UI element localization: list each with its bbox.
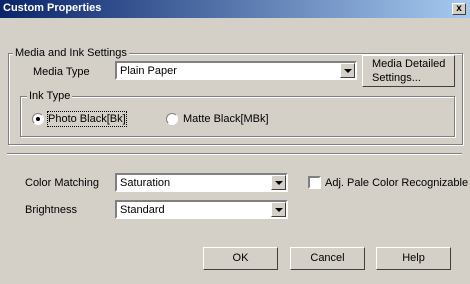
color-matching-label: Color Matching — [25, 177, 99, 189]
chevron-down-icon[interactable] — [340, 63, 355, 78]
brightness-label: Brightness — [25, 204, 77, 216]
media-ink-legend: Media and Ink Settings — [13, 47, 129, 59]
chevron-down-icon[interactable] — [271, 175, 286, 190]
cancel-button[interactable]: Cancel — [290, 247, 365, 270]
adj-pale-checkbox[interactable] — [308, 176, 321, 189]
chevron-down-icon[interactable] — [271, 202, 286, 217]
color-matching-value: Saturation — [120, 177, 171, 189]
ok-button[interactable]: OK — [203, 247, 278, 270]
close-button[interactable]: x — [452, 3, 466, 15]
ok-label: OK — [232, 252, 249, 264]
cancel-label: Cancel — [310, 252, 345, 264]
help-label: Help — [402, 252, 425, 264]
color-matching-select[interactable]: Saturation — [115, 173, 288, 192]
photo-black-radio[interactable] — [32, 113, 44, 125]
photo-black-label[interactable]: Photo Black[Bk] — [47, 111, 127, 127]
adj-pale-label[interactable]: Adj. Pale Color Recognizable — [325, 176, 468, 190]
media-type-label: Media Type — [33, 66, 90, 78]
radio-dot — [36, 117, 40, 121]
media-type-value: Plain Paper — [120, 65, 177, 77]
brightness-select[interactable]: Standard — [115, 200, 288, 219]
matte-black-label[interactable]: Matte Black[MBk] — [183, 112, 269, 126]
media-detailed-label-1: Media Detailed — [372, 58, 446, 70]
media-type-select[interactable]: Plain Paper — [115, 61, 357, 80]
window-title: Custom Properties — [3, 2, 102, 14]
help-button[interactable]: Help — [376, 247, 451, 270]
media-detailed-label-2: Settings... — [372, 72, 421, 84]
matte-black-radio[interactable] — [166, 113, 178, 125]
ink-type-legend: Ink Type — [27, 90, 73, 102]
close-icon: x — [456, 3, 462, 14]
brightness-value: Standard — [120, 204, 165, 216]
divider — [7, 153, 462, 155]
media-detailed-settings-button[interactable]: Media Detailed Settings... — [362, 55, 455, 87]
title-bar[interactable]: Custom Properties x — [0, 0, 470, 18]
